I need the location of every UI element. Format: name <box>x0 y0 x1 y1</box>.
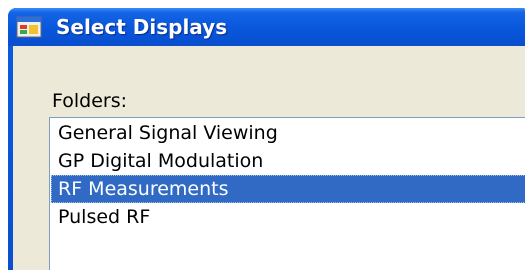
list-item-rf-measurements[interactable]: RF Measurements <box>51 175 525 203</box>
list-item-gp-digital-modulation[interactable]: GP Digital Modulation <box>51 147 525 175</box>
select-displays-window: Select Displays Folders: General Signal … <box>8 8 525 270</box>
folders-listbox[interactable]: General Signal Viewing GP Digital Modula… <box>49 117 525 270</box>
dialog-client-area: Folders: General Signal Viewing GP Digit… <box>13 46 525 270</box>
list-item-pulsed-rf[interactable]: Pulsed RF <box>51 203 525 231</box>
folders-label: Folders: <box>52 90 128 112</box>
title-bar[interactable]: Select Displays <box>8 8 525 46</box>
list-item-general-signal-viewing[interactable]: General Signal Viewing <box>51 119 525 147</box>
application-window-icon[interactable] <box>16 16 42 38</box>
window-title: Select Displays <box>56 15 228 39</box>
